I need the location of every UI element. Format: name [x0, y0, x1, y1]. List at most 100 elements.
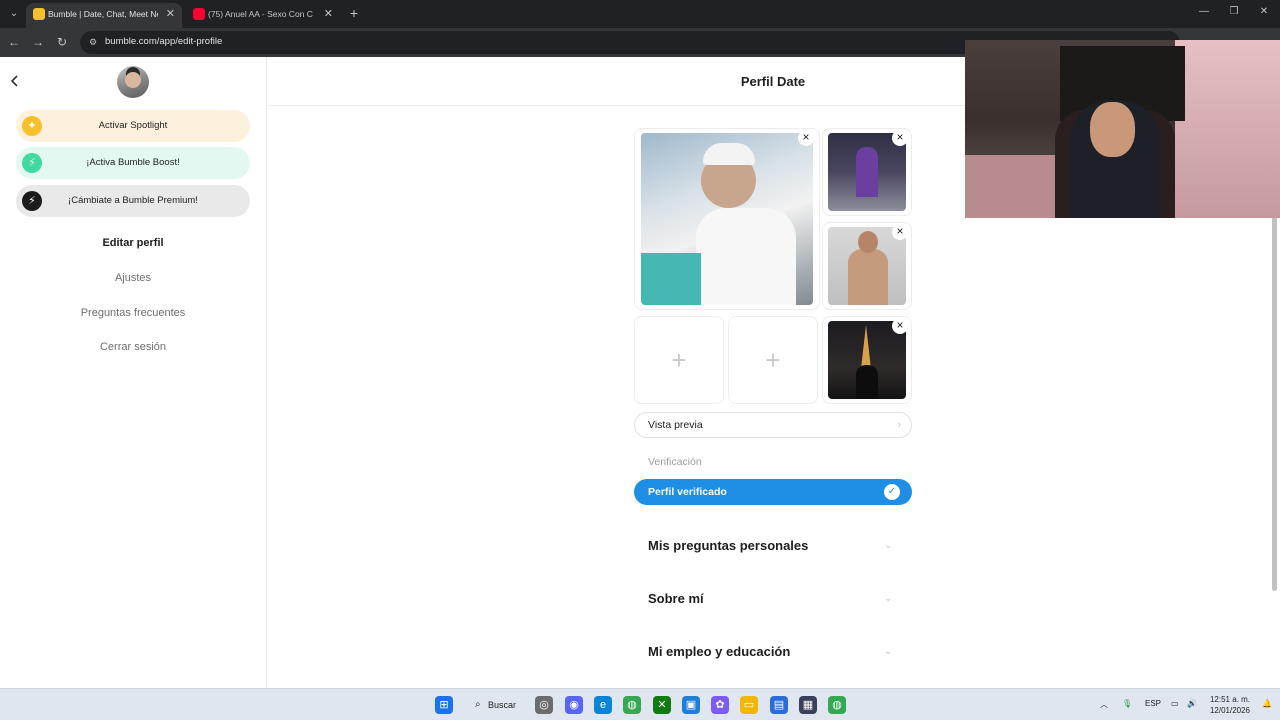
- add-photo-slot-1[interactable]: +: [634, 316, 724, 404]
- back-chevron-icon[interactable]: [8, 74, 22, 88]
- store-icon[interactable]: ▤: [770, 696, 788, 714]
- section-personal-questions[interactable]: Mis preguntas personales ⌄: [648, 538, 898, 558]
- chevron-down-icon: ⌄: [884, 646, 893, 657]
- photo-torso: [848, 249, 888, 305]
- add-photo-plus-icon: +: [671, 345, 687, 375]
- add-photo-slot-2[interactable]: +: [728, 316, 818, 404]
- premium-lightning-icon: ⚡: [22, 191, 42, 211]
- photo-pool: [641, 253, 701, 305]
- preview-button[interactable]: Vista previa ›: [634, 412, 912, 438]
- premium-button[interactable]: ⚡ ¡Cámbiate a Bumble Premium!: [16, 185, 250, 217]
- tab-search-chevron-icon[interactable]: ⌄: [5, 5, 23, 23]
- search-label: Buscar: [488, 700, 517, 710]
- photo-slot-1[interactable]: [634, 128, 820, 310]
- cam-wall: [1175, 40, 1280, 218]
- photo-figure: [856, 147, 878, 197]
- windows-taskbar: ⊞ ⌕ Buscar ◎ ◉ e ◍ ✕ ▣ ✿ ▭ ▤ ▦ ◍ ︿ 🎙 ESP…: [0, 688, 1280, 720]
- forward-arrow-icon[interactable]: →: [30, 34, 46, 50]
- file-explorer-icon[interactable]: ▭: [740, 696, 758, 714]
- menu-logout[interactable]: Cerrar sesión: [0, 341, 266, 353]
- remove-photo-4-close-icon[interactable]: ×: [892, 318, 908, 334]
- menu-faq[interactable]: Preguntas frecuentes: [0, 307, 266, 319]
- photo-face: [858, 231, 878, 253]
- photo-figure: [856, 365, 878, 399]
- section-title: Mi empleo y educación: [648, 644, 791, 659]
- youtube-favicon-icon: [193, 8, 205, 20]
- taskbar-search[interactable]: ⌕ Buscar: [470, 694, 526, 716]
- section-work-education[interactable]: Mi empleo y educación ⌄: [648, 644, 898, 664]
- tab-bumble[interactable]: Bumble | Date, Chat, Meet New ✕: [26, 3, 182, 28]
- app-icon[interactable]: ▦: [799, 696, 817, 714]
- tray-chevron-up-icon[interactable]: ︿: [1100, 699, 1108, 710]
- network-icon[interactable]: ▭: [1171, 699, 1179, 708]
- page-scrollbar[interactable]: [1272, 215, 1277, 591]
- section-about-me[interactable]: Sobre mí ⌄: [648, 591, 898, 611]
- sidebar: ✦ Activar Spotlight ⚡ ¡Activa Bumble Boo…: [0, 57, 267, 688]
- premium-label: ¡Cámbiate a Bumble Premium!: [68, 195, 198, 206]
- spotlight-star-icon: ✦: [22, 116, 42, 136]
- verified-label: Perfil verificado: [648, 486, 727, 498]
- remove-photo-2-close-icon[interactable]: ×: [892, 130, 908, 146]
- chevron-down-icon: ⌄: [884, 593, 893, 604]
- tab-title: (75) Anuel AA - Sexo Con C: [208, 9, 313, 19]
- spotlight-button[interactable]: ✦ Activar Spotlight: [16, 110, 250, 142]
- menu-settings[interactable]: Ajustes: [0, 272, 266, 284]
- url-text: bumble.com/app/edit-profile: [105, 36, 223, 47]
- chevron-down-icon: ⌄: [884, 540, 893, 551]
- tab-youtube[interactable]: (75) Anuel AA - Sexo Con C ✕: [186, 3, 340, 28]
- profile-photo: [641, 133, 813, 305]
- chevron-right-icon: ›: [897, 419, 901, 431]
- cam-face: [1090, 102, 1135, 157]
- copilot-icon[interactable]: ✿: [711, 696, 729, 714]
- photo-tower: [861, 325, 871, 369]
- app-icon[interactable]: ◎: [535, 696, 553, 714]
- boost-button[interactable]: ⚡ ¡Activa Bumble Boost!: [16, 147, 250, 179]
- chrome-icon[interactable]: ◍: [623, 696, 641, 714]
- back-arrow-icon[interactable]: ←: [6, 34, 22, 50]
- volume-icon[interactable]: 🔊: [1187, 699, 1197, 708]
- clock-time: 12:51 a. m.: [1209, 695, 1251, 704]
- minimize-icon[interactable]: —: [1196, 6, 1212, 17]
- preview-label: Vista previa: [648, 419, 703, 431]
- section-title: Sobre mí: [648, 591, 704, 606]
- tab-title: Bumble | Date, Chat, Meet New: [48, 9, 158, 19]
- chrome-active-icon[interactable]: ◍: [828, 696, 846, 714]
- clock-date: 12/01/2026: [1209, 706, 1251, 715]
- close-tab-icon[interactable]: ✕: [324, 3, 333, 25]
- cam-bed: [965, 155, 1055, 218]
- site-info-icon[interactable]: ⚙: [86, 35, 100, 49]
- check-icon: ✓: [884, 484, 900, 500]
- boost-lightning-icon: ⚡: [22, 153, 42, 173]
- notification-bell-icon[interactable]: 🔔: [1262, 699, 1272, 708]
- avatar[interactable]: [117, 66, 149, 98]
- microphone-icon[interactable]: 🎙: [1122, 699, 1132, 708]
- spotlight-label: Activar Spotlight: [98, 120, 168, 131]
- xbox-icon[interactable]: ✕: [653, 696, 671, 714]
- edge-icon[interactable]: e: [594, 696, 612, 714]
- discord-icon[interactable]: ◉: [565, 696, 583, 714]
- photo-shirt: [696, 208, 796, 305]
- window-close-icon[interactable]: ✕: [1256, 6, 1272, 17]
- restore-icon[interactable]: ❐: [1226, 6, 1242, 17]
- add-photo-plus-icon: +: [765, 345, 781, 375]
- language-indicator[interactable]: ESP: [1145, 699, 1161, 708]
- profile-photo: [828, 321, 906, 399]
- windows-start-icon[interactable]: ⊞: [435, 696, 453, 714]
- profile-photo: [828, 133, 906, 211]
- profile-photo: [828, 227, 906, 305]
- photo-cap: [703, 143, 755, 165]
- remove-photo-3-close-icon[interactable]: ×: [892, 224, 908, 240]
- boost-label: ¡Activa Bumble Boost!: [86, 157, 180, 168]
- reload-icon[interactable]: ↻: [54, 34, 70, 50]
- browser-tab-bar: ⌄ Bumble | Date, Chat, Meet New ✕ (75) A…: [0, 0, 1280, 28]
- close-tab-icon[interactable]: ✕: [166, 3, 175, 25]
- search-icon: ⌕: [475, 699, 481, 710]
- verification-label: Verificación: [648, 456, 702, 468]
- photos-icon[interactable]: ▣: [682, 696, 700, 714]
- remove-photo-1-close-icon[interactable]: ×: [798, 130, 814, 146]
- verified-profile-badge[interactable]: Perfil verificado ✓: [634, 479, 912, 505]
- section-title: Mis preguntas personales: [648, 538, 809, 553]
- new-tab-plus-icon[interactable]: +: [345, 4, 363, 22]
- menu-edit-profile[interactable]: Editar perfil: [0, 237, 266, 249]
- system-clock[interactable]: 12:51 a. m. 12/01/2026: [1204, 694, 1256, 716]
